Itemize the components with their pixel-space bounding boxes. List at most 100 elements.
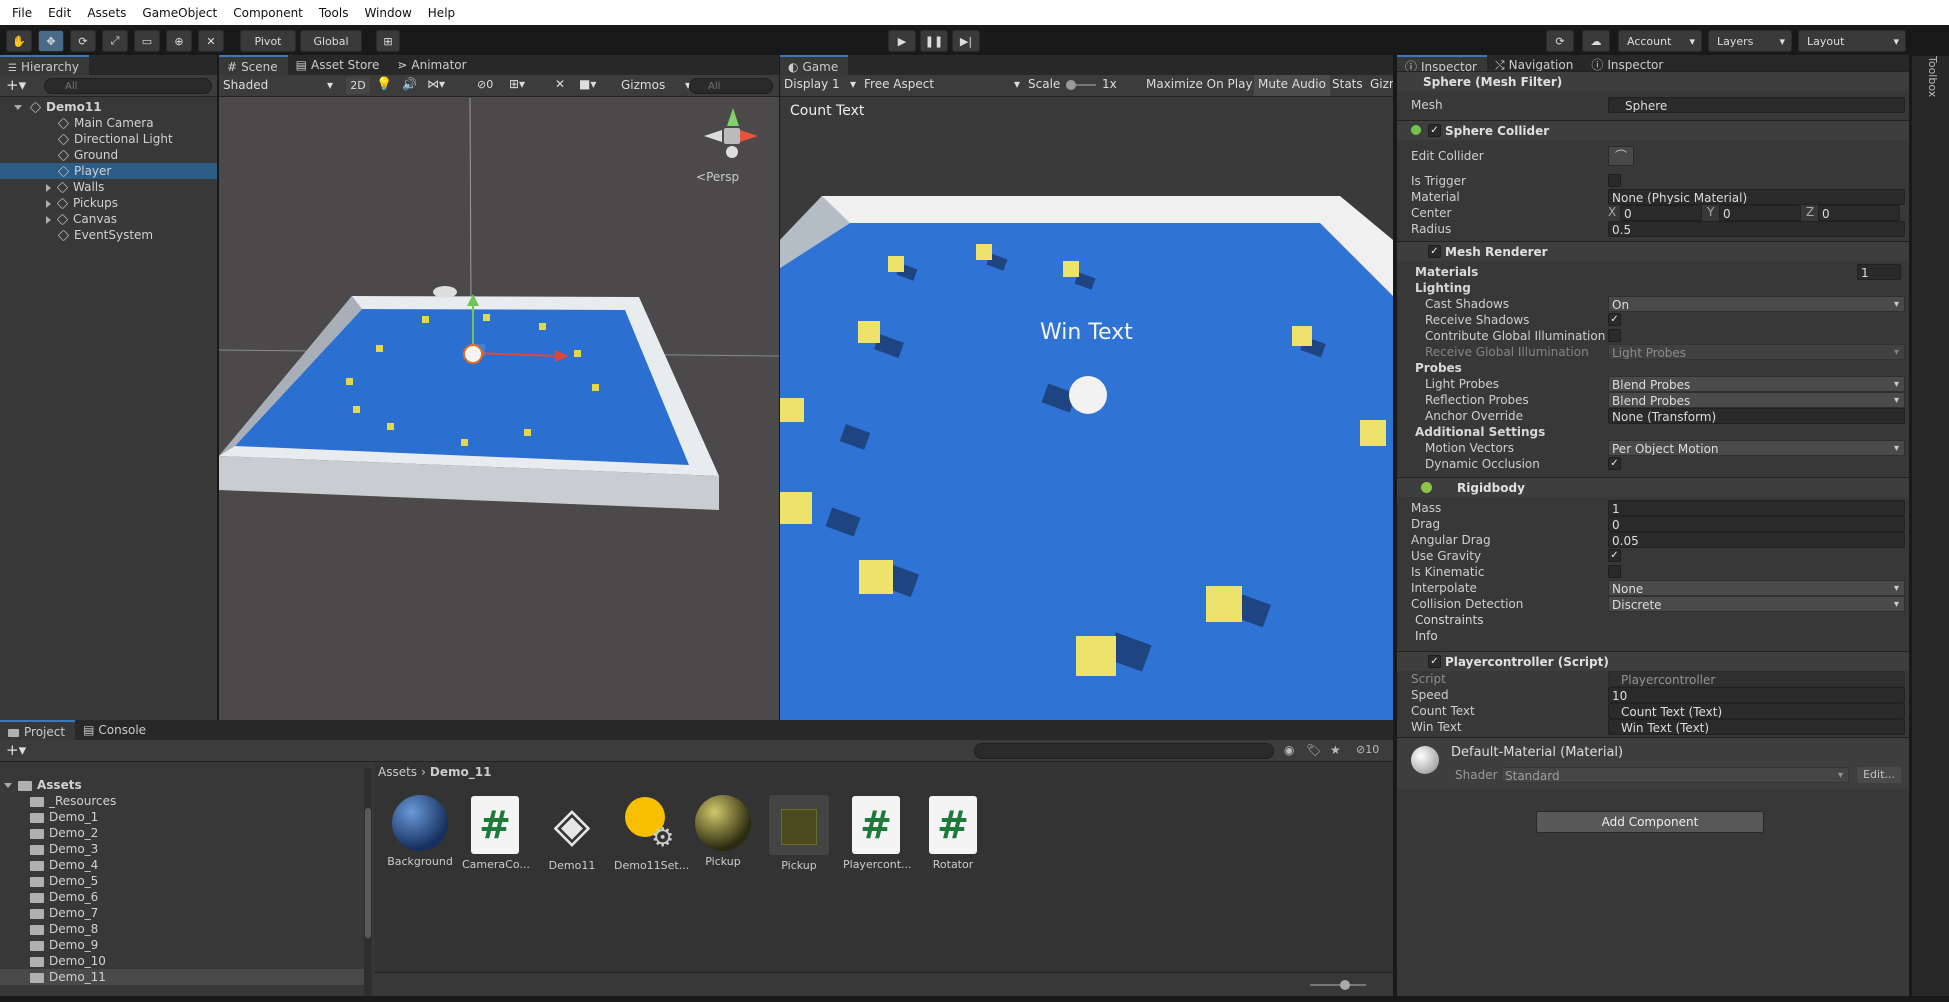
expand-icon[interactable] (46, 215, 51, 224)
asset-tile[interactable]: Background (387, 795, 453, 868)
favorites-star-icon[interactable]: ★ (1330, 743, 1341, 757)
folder-item[interactable]: Demo_4 (0, 857, 370, 873)
hierarchy-item[interactable]: Walls (0, 179, 217, 195)
folder-tree-scrollbar[interactable] (364, 768, 372, 996)
create-asset-icon[interactable]: +▾ (6, 741, 26, 759)
mesh-filter-header[interactable]: Sphere (Mesh Filter) (1397, 71, 1909, 91)
game-gizmos-toggle[interactable]: Gizm (1370, 77, 1393, 91)
aspect-dropdown[interactable]: Free Aspect ▾ (864, 77, 1020, 91)
count-text-field[interactable]: Count Text (Text) (1608, 703, 1905, 719)
dynamic-occlusion-checkbox[interactable]: ✓ (1608, 457, 1621, 470)
is-kinematic-checkbox[interactable] (1608, 565, 1621, 578)
tab-hierarchy[interactable]: ☰ Hierarchy (0, 55, 89, 75)
asset-tile[interactable]: ⚙ Demo11Set... (614, 795, 689, 872)
mute-audio-toggle[interactable]: Mute Audio (1254, 75, 1330, 96)
rotate-tool-icon[interactable]: ⟳ (70, 30, 96, 52)
folder-item[interactable]: Demo_10 (0, 953, 370, 969)
search-by-label-icon[interactable]: 🏷 (1306, 743, 1321, 757)
info-foldout[interactable]: Info (1401, 628, 1438, 644)
folder-item[interactable]: Demo_9 (0, 937, 370, 953)
gizmo-cube[interactable] (724, 128, 740, 144)
materials-foldout[interactable]: Materials (1401, 264, 1478, 280)
menu-file[interactable]: File (4, 6, 40, 20)
asset-tile[interactable]: # CameraCo... (462, 795, 530, 871)
hierarchy-item-selected[interactable]: Player (0, 163, 217, 179)
asset-tile[interactable]: # Playercont... (843, 795, 912, 871)
account-dropdown[interactable]: Account ▾ (1618, 30, 1702, 52)
lighting-toggle-icon[interactable]: 💡 (376, 77, 392, 92)
center-x-field[interactable]: 0 (1620, 205, 1702, 221)
receive-shadows-checkbox[interactable]: ✓ (1608, 313, 1621, 326)
sphere-collider-enabled-checkbox[interactable]: ✓ (1428, 124, 1441, 137)
menu-assets[interactable]: Assets (79, 6, 134, 20)
folder-item[interactable]: Demo_7 (0, 905, 370, 921)
speed-field[interactable]: 10 (1608, 687, 1905, 703)
breadcrumb-assets[interactable]: Assets (378, 765, 417, 779)
probes-foldout[interactable]: Probes (1401, 360, 1462, 376)
cast-shadows-dropdown[interactable]: On (1608, 296, 1905, 312)
light-probes-dropdown[interactable]: Blend Probes (1608, 376, 1905, 392)
folder-item[interactable]: _Resources (0, 793, 370, 809)
grid-toggle-icon[interactable]: ⊞▾ (509, 77, 525, 91)
folder-item[interactable]: Demo_1 (0, 809, 370, 825)
expand-icon[interactable] (46, 199, 51, 208)
hand-tool-icon[interactable]: ✋ (6, 30, 32, 52)
folder-item[interactable]: Demo_5 (0, 873, 370, 889)
menu-window[interactable]: Window (356, 6, 419, 20)
hierarchy-item[interactable]: Pickups (0, 195, 217, 211)
gizmo-neg-x-cone[interactable] (704, 130, 722, 142)
rect-tool-icon[interactable]: ▭ (134, 30, 160, 52)
add-component-button[interactable]: Add Component (1536, 811, 1764, 833)
custom-tool-icon[interactable]: ✕ (198, 30, 224, 52)
asset-tile[interactable]: # Rotator (920, 795, 986, 871)
step-button[interactable]: ▶| (952, 30, 980, 52)
layout-dropdown[interactable]: Layout ▾ (1798, 30, 1906, 52)
collider-material-field[interactable]: None (Physic Material) (1608, 189, 1905, 205)
shading-mode-dropdown[interactable]: Shaded ▾ (223, 77, 337, 94)
lighting-foldout[interactable]: Lighting (1401, 280, 1471, 296)
folder-item[interactable]: Demo_3 (0, 841, 370, 857)
is-trigger-checkbox[interactable] (1608, 174, 1621, 187)
collapse-icon[interactable] (4, 783, 12, 788)
asset-tile[interactable]: Pickup (766, 795, 832, 872)
angular-drag-field[interactable]: 0.05 (1608, 532, 1905, 548)
hierarchy-search-input[interactable] (44, 78, 212, 94)
radius-field[interactable]: 0.5 (1608, 221, 1905, 237)
game-canvas[interactable]: Count Text Win Text (780, 98, 1393, 720)
win-text-field[interactable]: Win Text (Text) (1608, 719, 1905, 735)
tab-scene[interactable]: # Scene (219, 55, 288, 75)
hierarchy-item[interactable]: EventSystem (0, 227, 217, 243)
projection-toggle[interactable]: <Persp (696, 170, 739, 184)
icon-size-slider[interactable] (1310, 980, 1366, 990)
shader-dropdown[interactable]: Standard (1501, 767, 1849, 783)
add-icon[interactable]: +▾ (6, 76, 26, 94)
hierarchy-item[interactable]: Ground (0, 147, 217, 163)
icon-size-slider-thumb[interactable] (1340, 980, 1350, 990)
rigidbody-header[interactable]: Rigidbody (1397, 477, 1909, 497)
2d-toggle[interactable]: 2D (346, 77, 370, 94)
anchor-override-field[interactable]: None (Transform) (1608, 408, 1905, 424)
display-dropdown[interactable]: Display 1 ▾ (784, 77, 856, 91)
gizmo-y-cone[interactable] (727, 108, 739, 126)
search-by-type-icon[interactable]: ◉ (1284, 743, 1294, 757)
play-button[interactable]: ▶ (888, 30, 916, 52)
folder-item[interactable]: Demo_2 (0, 825, 370, 841)
menu-help[interactable]: Help (420, 6, 463, 20)
assets-root[interactable]: Assets (0, 777, 370, 793)
tools-icon[interactable]: ✕ (555, 77, 565, 91)
center-y-field[interactable]: 0 (1719, 205, 1801, 221)
mesh-renderer-header[interactable]: Mesh Renderer (1397, 241, 1909, 261)
grid-snap-icon[interactable]: ⊞ (376, 30, 400, 52)
effects-toggle-icon[interactable]: ⋈▾ (427, 77, 445, 91)
scale-slider[interactable] (1066, 80, 1096, 90)
stats-toggle[interactable]: Stats (1332, 77, 1363, 91)
use-gravity-checkbox[interactable]: ✓ (1608, 549, 1621, 562)
mass-field[interactable]: 1 (1608, 500, 1905, 516)
reflection-probes-dropdown[interactable]: Blend Probes (1608, 392, 1905, 408)
hidden-objects-toggle[interactable]: ⊘0 (477, 78, 493, 91)
gizmo-z-cone[interactable] (726, 146, 738, 158)
scene-canvas[interactable] (219, 98, 779, 720)
tab-animator[interactable]: ⋗ Animator (389, 55, 476, 75)
expand-icon[interactable] (46, 183, 51, 192)
layers-dropdown[interactable]: Layers ▾ (1708, 30, 1792, 52)
